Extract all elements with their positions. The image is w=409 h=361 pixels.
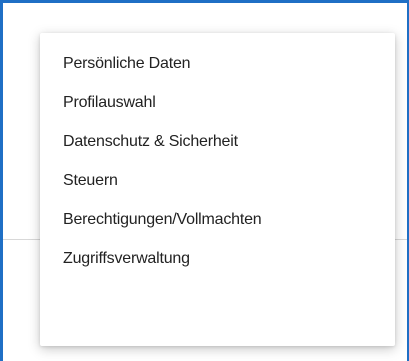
- menu-item-profilauswahl[interactable]: Profilauswahl: [40, 84, 395, 123]
- account-dropdown-menu: Persönliche Daten Profilauswahl Datensch…: [40, 33, 395, 346]
- menu-item-datenschutz-sicherheit[interactable]: Datenschutz & Sicherheit: [40, 123, 395, 162]
- window-frame: Persönliche Daten Profilauswahl Datensch…: [0, 0, 409, 361]
- menu-item-zugriffsverwaltung[interactable]: Zugriffsverwaltung: [40, 240, 395, 279]
- menu-item-berechtigungen-vollmachten[interactable]: Berechtigungen/Vollmachten: [40, 201, 395, 240]
- menu-item-steuern[interactable]: Steuern: [40, 162, 395, 201]
- menu-item-persoenliche-daten[interactable]: Persönliche Daten: [40, 45, 395, 84]
